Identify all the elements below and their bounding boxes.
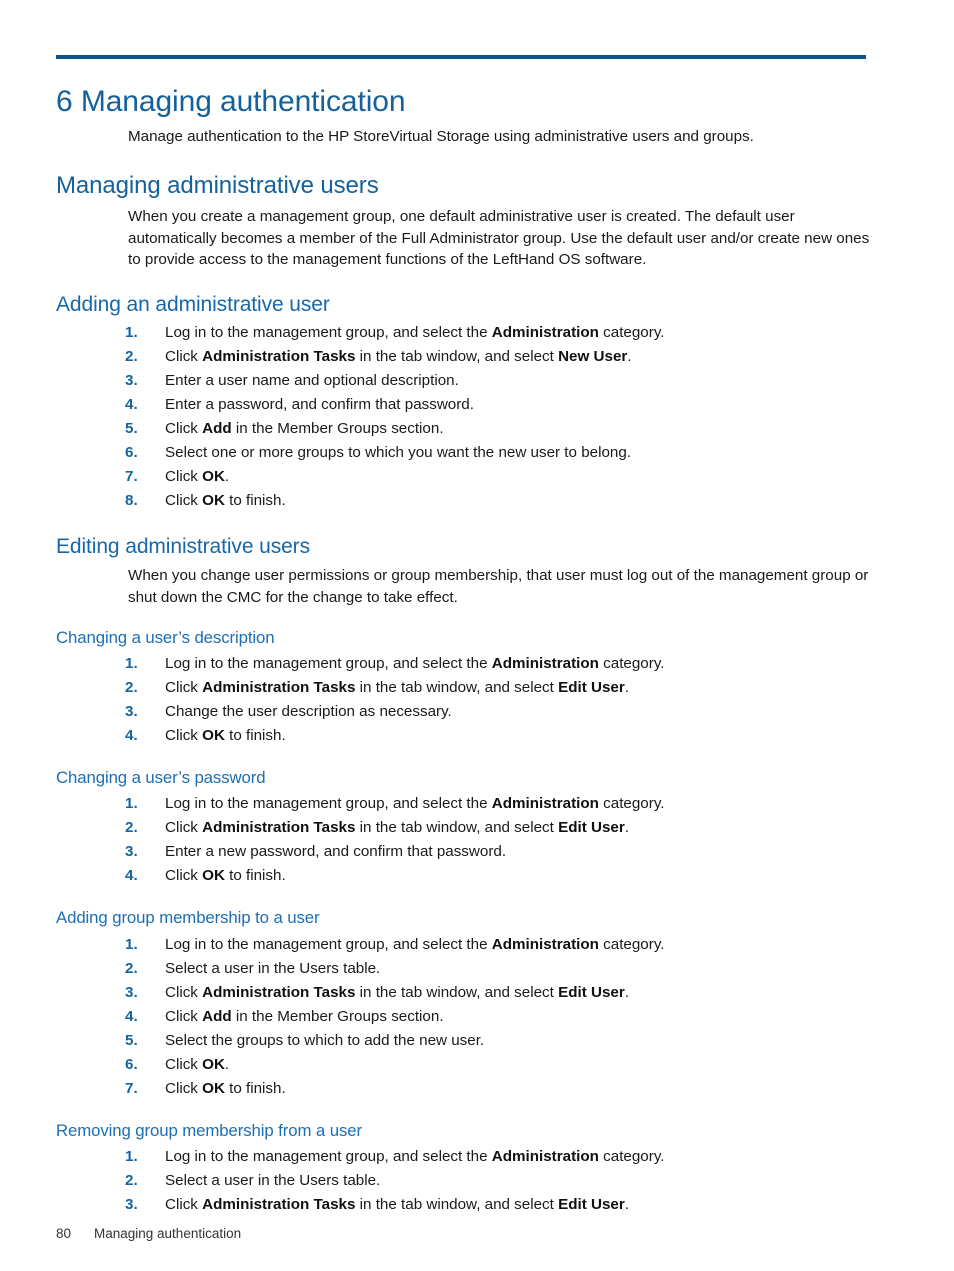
list-item-number: 4. (125, 395, 138, 413)
list-item-text: Click OK. (165, 467, 230, 485)
list-item: 3. Enter a new password, and confirm that… (0, 840, 954, 864)
list-item: 1. Log in to the management group, and se… (0, 933, 954, 957)
list-item: 1. Log in to the management group, and se… (0, 652, 954, 676)
list-item-number: 1. (125, 1147, 138, 1165)
list-item: 8. Click OK to finish. (0, 489, 954, 513)
list-item-text: Click Administration Tasks in the tab wi… (165, 1195, 630, 1213)
list-item-text: Click Administration Tasks in the tab wi… (165, 983, 630, 1001)
steps-adding-group-membership: 1. Log in to the management group, and se… (0, 933, 954, 1101)
subsection-heading-changing-password: Changing a user’s password (56, 768, 266, 788)
list-item-number: 1. (125, 795, 138, 813)
list-item-text: Click OK to finish. (165, 1079, 286, 1097)
list-item-number: 6. (125, 443, 138, 461)
page-content: Manage authentication to the HP StoreVir… (0, 112, 954, 1217)
list-item: 2. Select a user in the Users table. (0, 1169, 954, 1193)
page-footer: 80 Managing authentication (56, 1226, 241, 1241)
list-item: 2. Select a user in the Users table. (0, 957, 954, 981)
list-item-number: 3. (125, 703, 138, 721)
managing-admin-users-body: When you create a management group, one … (128, 208, 870, 269)
list-item-text: Log in to the management group, and sele… (165, 795, 665, 813)
list-item-text: Enter a new password, and confirm that p… (165, 843, 507, 861)
list-item-text: Change the user description as necessary… (165, 703, 452, 721)
list-item-number: 2. (125, 959, 138, 977)
list-item-number: 3. (125, 843, 138, 861)
list-item-text: Click Administration Tasks in the tab wi… (165, 819, 630, 837)
footer-page-number: 80 (56, 1226, 72, 1241)
list-item-text: Select the groups to which to add the ne… (165, 1031, 485, 1049)
section-heading-editing-admin-users: Editing administrative users (56, 534, 310, 558)
list-item-text: Click OK. (165, 1055, 230, 1073)
list-item: 1. Log in to the management group, and se… (0, 792, 954, 816)
subsection-heading-changing-description: Changing a user’s description (56, 628, 275, 648)
list-item: 5. Click Add in the Member Groups section… (0, 417, 954, 441)
list-item-text: Click OK to finish. (165, 727, 286, 745)
list-item-text: Select a user in the Users table. (165, 959, 381, 977)
list-item-text: Click OK to finish. (165, 491, 286, 509)
list-item: 3. Enter a user name and optional descrip… (0, 369, 954, 393)
list-item-number: 5. (125, 419, 138, 437)
section-heading-managing-admin-users: Managing administrative users (56, 171, 379, 199)
steps-removing-group-membership: 1. Log in to the management group, and se… (0, 1145, 954, 1217)
list-item-number: 7. (125, 1079, 138, 1097)
list-item-text: Click Administration Tasks in the tab wi… (165, 347, 632, 365)
list-item-number: 2. (125, 1171, 138, 1189)
steps-adding-admin-user: 1. Log in to the management group, and se… (0, 321, 954, 513)
list-item: 6. Click OK. (0, 1053, 954, 1077)
list-item: 4. Enter a password, and confirm that pas… (0, 393, 954, 417)
list-item-number: 6. (125, 1055, 138, 1073)
list-item-number: 2. (125, 819, 138, 837)
list-item-text: Click Administration Tasks in the tab wi… (165, 679, 630, 697)
list-item-number: 5. (125, 1031, 138, 1049)
list-item-number: 4. (125, 727, 138, 745)
list-item: 5. Select the groups to which to add the … (0, 1029, 954, 1053)
chapter-intro-paragraph: Manage authentication to the HP StoreVir… (128, 128, 754, 145)
steps-changing-password: 1. Log in to the management group, and se… (0, 792, 954, 888)
list-item: 6. Select one or more groups to which you… (0, 441, 954, 465)
list-item-number: 4. (125, 867, 138, 885)
list-item-number: 3. (125, 1195, 138, 1213)
list-item-number: 4. (125, 1007, 138, 1025)
list-item-text: Log in to the management group, and sele… (165, 935, 665, 953)
list-item-number: 3. (125, 371, 138, 389)
list-item: 4. Click Add in the Member Groups section… (0, 1005, 954, 1029)
document-page: 6 Managing authentication Manage authent… (0, 0, 954, 1271)
list-item-text: Log in to the management group, and sele… (165, 1147, 665, 1165)
list-item-text: Log in to the management group, and sele… (165, 655, 665, 673)
list-item-number: 1. (125, 935, 138, 953)
list-item: 1. Log in to the management group, and se… (0, 1145, 954, 1169)
editing-admin-users-body: When you change user permissions or grou… (128, 567, 869, 606)
chapter-rule (56, 55, 866, 59)
list-item: 2. Click Administration Tasks in the tab … (0, 676, 954, 700)
list-item: 7. Click OK to finish. (0, 1077, 954, 1101)
list-item-text: Click Add in the Member Groups section. (165, 419, 444, 437)
section-heading-adding-admin-user: Adding an administrative user (56, 292, 330, 316)
steps-changing-description: 1. Log in to the management group, and se… (0, 652, 954, 748)
list-item-number: 2. (125, 679, 138, 697)
list-item-text: Select a user in the Users table. (165, 1171, 381, 1189)
list-item: 1. Log in to the management group, and se… (0, 321, 954, 345)
list-item: 7. Click OK. (0, 465, 954, 489)
list-item: 2. Click Administration Tasks in the tab … (0, 345, 954, 369)
list-item: 3. Change the user description as necessa… (0, 700, 954, 724)
list-item: 2. Click Administration Tasks in the tab … (0, 816, 954, 840)
list-item: 4. Click OK to finish. (0, 724, 954, 748)
list-item-text: Enter a password, and confirm that passw… (165, 395, 474, 413)
list-item-text: Select one or more groups to which you w… (165, 443, 632, 461)
list-item-text: Log in to the management group, and sele… (165, 323, 665, 341)
list-item: 3. Click Administration Tasks in the tab … (0, 1193, 954, 1217)
footer-running-head: Managing authentication (94, 1226, 242, 1241)
list-item-number: 1. (125, 323, 138, 341)
list-item-text: Click Add in the Member Groups section. (165, 1007, 444, 1025)
list-item-number: 3. (125, 983, 138, 1001)
list-item-number: 1. (125, 655, 138, 673)
list-item-number: 2. (125, 347, 138, 365)
list-item: 3. Click Administration Tasks in the tab … (0, 981, 954, 1005)
list-item-number: 8. (125, 491, 138, 509)
list-item: 4. Click OK to finish. (0, 864, 954, 888)
subsection-heading-adding-group-membership: Adding group membership to a user (56, 908, 320, 928)
list-item-text: Click OK to finish. (165, 867, 286, 885)
list-item-number: 7. (125, 467, 138, 485)
subsection-heading-removing-group-membership: Removing group membership from a user (56, 1120, 362, 1140)
list-item-text: Enter a user name and optional descripti… (165, 371, 459, 389)
